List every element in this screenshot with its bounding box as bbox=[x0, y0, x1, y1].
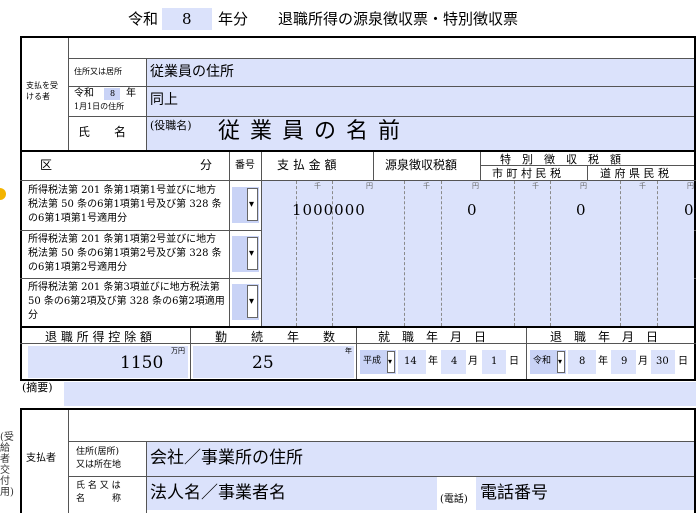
jan1-field-bg[interactable] bbox=[147, 87, 694, 116]
payer-name[interactable]: 法人名／事業者名 bbox=[150, 485, 286, 502]
nichi-label: 日 bbox=[509, 356, 519, 367]
years-unit: 年 bbox=[345, 347, 352, 355]
jan1-era: 令和 bbox=[74, 88, 94, 99]
position-label: (役職名) bbox=[150, 119, 192, 132]
form-title: 退職所得の源泉徴収票・特別徴収票 bbox=[278, 10, 519, 28]
era-label: 令和 bbox=[128, 10, 159, 28]
payer-address-label-2: 又は所在地 bbox=[76, 460, 122, 470]
header-kubun: 区 bbox=[40, 158, 53, 172]
unit-yen: 円 bbox=[366, 182, 373, 190]
name-label: 氏 名 bbox=[78, 125, 127, 139]
number-select[interactable]: ▾ bbox=[247, 188, 258, 221]
hire-month[interactable]: 4 bbox=[451, 357, 457, 367]
unit-sen: 千 bbox=[532, 182, 539, 190]
row-category: 所得税法第 201 条第3項並びに地方税法第 50 条の6第2項及び第 328 … bbox=[28, 282, 225, 321]
deduction-value[interactable]: 1150 bbox=[120, 355, 163, 372]
header-tokubetsu: 特 別 徴 収 税 額 bbox=[500, 153, 621, 166]
pref-tax-value[interactable]: 0 bbox=[684, 203, 694, 218]
payee-section-label: 支払を受ける者 bbox=[26, 81, 58, 101]
phone-value[interactable]: 電話番号 bbox=[480, 485, 548, 502]
side-note: (受給者交付用) bbox=[0, 432, 14, 498]
unit-sen: 千 bbox=[314, 182, 321, 190]
number-select[interactable]: ▾ bbox=[247, 285, 258, 318]
gatsu-label: 月 bbox=[638, 356, 648, 367]
unit-sen: 千 bbox=[639, 182, 646, 190]
unit-yen: 円 bbox=[472, 182, 479, 190]
retire-era-select[interactable]: ▾ bbox=[557, 351, 565, 373]
number-select[interactable]: ▾ bbox=[247, 237, 258, 270]
header-city: 市 町 村 民 税 bbox=[492, 167, 561, 180]
header-bun: 分 bbox=[200, 158, 213, 172]
phone-label: (電話) bbox=[440, 494, 468, 505]
years-value[interactable]: 25 bbox=[252, 355, 274, 372]
remarks-label: (摘要) bbox=[22, 381, 53, 394]
payer-address[interactable]: 会社／事業所の住所 bbox=[150, 450, 303, 467]
city-tax-value[interactable]: 0 bbox=[576, 203, 586, 218]
nichi-label: 日 bbox=[678, 356, 688, 367]
deduction-label: 退 職 所 得 控 除 額 bbox=[45, 330, 152, 344]
name-field[interactable]: 従業員の名前 bbox=[218, 121, 410, 143]
years-label: 勤 続 年 数 bbox=[215, 330, 336, 344]
gatsu-label: 月 bbox=[468, 356, 478, 367]
header-pref: 道 府 県 民 税 bbox=[600, 167, 669, 180]
nen-label: 年 bbox=[428, 356, 438, 367]
nen-label: 年 bbox=[598, 356, 608, 367]
year-input[interactable]: 8 bbox=[182, 12, 192, 27]
jan1-rest: 1月1日の住所 bbox=[74, 102, 125, 111]
hire-year[interactable]: 14 bbox=[404, 357, 417, 367]
remarks-field[interactable] bbox=[64, 382, 696, 406]
payer-section-label: 支払者 bbox=[26, 453, 56, 464]
retire-era[interactable]: 令和 bbox=[533, 357, 551, 366]
payment-value[interactable]: 1000000 bbox=[292, 203, 366, 218]
payer-name-label-1: 氏 名 又 は bbox=[76, 481, 121, 491]
unit-yen: 円 bbox=[687, 182, 694, 190]
jan1-year: 8 bbox=[110, 89, 116, 98]
jan1-field[interactable]: 同上 bbox=[150, 93, 178, 107]
address-field[interactable]: 従業員の住所 bbox=[150, 65, 234, 79]
hire-era-select[interactable]: ▾ bbox=[387, 351, 395, 373]
unit-sen: 千 bbox=[423, 182, 430, 190]
header-gensen: 源泉徴収税額 bbox=[385, 158, 458, 172]
retire-month[interactable]: 9 bbox=[621, 357, 627, 367]
left-marker-dot bbox=[0, 188, 6, 200]
retire-label: 退 職 年 月 日 bbox=[550, 330, 659, 344]
deduction-field-bg bbox=[28, 346, 188, 378]
year-suffix: 年分 bbox=[218, 10, 249, 28]
hire-era[interactable]: 平成 bbox=[363, 357, 381, 366]
hire-label: 就 職 年 月 日 bbox=[378, 330, 487, 344]
payer-name-label-2: 名 称 bbox=[76, 494, 122, 504]
payer-address-label-1: 住所(居所) bbox=[76, 447, 120, 457]
row-category: 所得税法第 201 条第1項第1号並びに地方税法第 50 条の6第1項第1号及び… bbox=[28, 185, 222, 224]
hire-day[interactable]: 1 bbox=[491, 357, 497, 367]
header-bango: 番号 bbox=[235, 160, 255, 171]
header-shiharai: 支 払 金 額 bbox=[277, 158, 337, 172]
retire-year[interactable]: 8 bbox=[579, 357, 585, 367]
unit-yen: 円 bbox=[580, 182, 587, 190]
jan1-nen: 年 bbox=[126, 88, 136, 99]
deduction-unit: 万円 bbox=[171, 347, 185, 355]
retire-day[interactable]: 30 bbox=[656, 357, 669, 367]
row-category: 所得税法第 201 条第1項第2号並びに地方税法第 50 条の6第1項第2号及び… bbox=[28, 234, 222, 273]
withholding-value[interactable]: 0 bbox=[467, 203, 477, 218]
address-label: 住所又は居所 bbox=[74, 67, 122, 76]
